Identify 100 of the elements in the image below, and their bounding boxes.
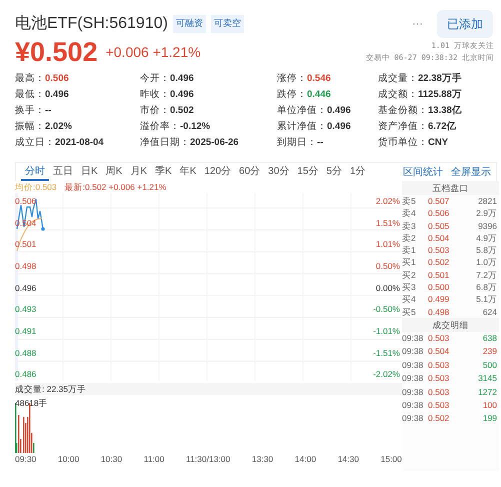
stat-value: 0.506 <box>45 72 69 84</box>
time-axis-label: 13:30 <box>252 453 274 465</box>
percent-axis-label: -1.51% <box>373 346 400 360</box>
stat-label: 到期日： <box>277 136 317 148</box>
chart-tab[interactable]: 季K <box>151 163 176 181</box>
trade-price: 0.502 <box>428 412 450 426</box>
order-price: 0.499 <box>428 293 450 306</box>
stat-label: 成交额： <box>378 88 418 100</box>
trades-title: 成交明细 <box>402 318 499 332</box>
trade-time: 09:38 <box>402 332 424 345</box>
chart-tab[interactable]: 60分 <box>235 163 264 181</box>
order-price: 0.505 <box>428 220 450 232</box>
order-level-label: 卖3 <box>402 220 417 232</box>
stat-value: 0.496 <box>327 104 351 116</box>
percent-axis-label: -1.01% <box>373 324 400 338</box>
trade-volume: 638 <box>482 332 497 345</box>
time-axis-label: 10:00 <box>58 453 80 465</box>
price-axis-label: 0.493 <box>15 303 36 316</box>
toolbar-link[interactable]: 区间统计 <box>403 164 443 180</box>
stat-value: 22.38万手 <box>418 72 462 84</box>
stat-label: 换手： <box>15 104 45 116</box>
stock-title: 电池ETF(SH:561910) <box>15 14 168 34</box>
order-volume: 5.8万 <box>475 244 497 256</box>
chart-tab[interactable]: 月K <box>126 163 152 181</box>
order-level-label: 买1 <box>402 256 417 269</box>
trade-time: 09:38 <box>402 398 424 412</box>
price-change: +0.006 +1.21% <box>106 42 201 62</box>
order-price: 0.501 <box>428 268 450 282</box>
stat-label: 溢价率： <box>140 120 180 132</box>
price-axis-label: 0.488 <box>15 346 36 360</box>
stat-value: 13.38亿 <box>428 104 462 116</box>
chart-tab[interactable]: 分时 <box>21 163 49 181</box>
trade-price: 0.503 <box>428 386 450 399</box>
stat-label: 跌停： <box>277 88 307 100</box>
order-price: 0.503 <box>428 244 450 256</box>
trade-time: 09:38 <box>402 358 424 372</box>
order-level-label: 卖4 <box>402 207 417 220</box>
order-volume: 6.8万 <box>475 281 497 294</box>
chart-tab[interactable]: 周K <box>102 163 126 181</box>
toolbar-link[interactable]: 全屏显示 <box>451 164 491 180</box>
max-volume-label: 48618手 <box>15 397 48 410</box>
price-axis-label: 0.491 <box>15 324 36 338</box>
stat-label: 最高： <box>15 72 45 84</box>
percent-axis-label: 1.51% <box>374 216 400 230</box>
order-book-title: 五档盘口 <box>402 181 499 195</box>
time-axis-label: 14:00 <box>294 453 316 465</box>
chart-tab[interactable]: 15分 <box>293 163 322 181</box>
percent-axis-label: -2.02% <box>373 368 400 381</box>
order-level-label: 买2 <box>402 268 417 282</box>
time-axis-label: 10:30 <box>100 453 122 465</box>
chart-tab[interactable]: 五日 <box>49 163 77 181</box>
stat-value: 0.496 <box>327 120 351 132</box>
price-axis-label: 0.496 <box>15 282 36 294</box>
chart-tab[interactable]: 日K <box>77 163 102 181</box>
chart-tab[interactable]: 1分 <box>346 163 370 181</box>
stat-value: 6.72亿 <box>428 120 456 132</box>
stat-label: 市价： <box>140 104 170 116</box>
order-volume: 9396 <box>477 220 497 232</box>
stat-label: 成立日： <box>15 136 55 148</box>
stat-label: 昨收： <box>140 88 170 100</box>
order-level-label: 买4 <box>402 293 417 306</box>
percent-axis-label: 2.02% <box>374 195 400 208</box>
order-level-label: 卖2 <box>402 232 417 244</box>
more-button[interactable]: ··· <box>406 16 429 32</box>
chart-tab[interactable]: 30分 <box>264 163 294 181</box>
stat-value: 0.546 <box>307 72 331 84</box>
trade-price: 0.504 <box>428 345 450 358</box>
stat-label: 货币单位： <box>378 136 428 148</box>
order-level-label: 卖5 <box>402 195 417 208</box>
time-axis-label: 09:30 <box>15 453 36 465</box>
stat-value: 2025-06-26 <box>190 136 239 148</box>
chart-tab[interactable]: 120分 <box>200 163 236 181</box>
order-volume: 4.9万 <box>475 232 497 244</box>
stat-value: 0.496 <box>45 88 69 100</box>
stat-label: 最低： <box>15 88 45 100</box>
percent-axis-label: 1.01% <box>374 238 400 252</box>
chart-tab[interactable]: 5分 <box>322 163 346 181</box>
order-price: 0.502 <box>428 256 450 269</box>
order-price: 0.500 <box>428 281 450 294</box>
percent-axis-label: -0.50% <box>373 303 400 316</box>
stat-label: 累计净值： <box>277 120 327 132</box>
chart-tab[interactable]: 年K <box>176 163 200 181</box>
tag-label: 可融资 <box>172 15 206 33</box>
order-volume: 624 <box>482 306 497 318</box>
stat-label: 今开： <box>140 72 170 84</box>
percent-axis-label: 0.50% <box>374 260 400 273</box>
time-axis-label: 11:00 <box>144 453 164 465</box>
stat-value: CNY <box>428 136 448 148</box>
stat-label: 基金份额： <box>378 104 428 116</box>
tag-label: 可卖空 <box>210 15 244 33</box>
order-volume: 7.2万 <box>475 268 497 282</box>
stat-value: -- <box>317 136 324 148</box>
stat-value: 0.446 <box>307 88 331 100</box>
trade-volume: 239 <box>482 345 497 358</box>
percent-axis-label: 0.00% <box>374 282 400 294</box>
follow-button[interactable]: 已添加 <box>437 10 493 38</box>
stat-label: 单位净值： <box>277 104 327 116</box>
trade-time: 09:38 <box>402 386 424 399</box>
latest-price-legend: 最新:0.502 +0.006 +1.21% <box>64 181 166 193</box>
time-axis-label: 15:00 <box>380 453 402 465</box>
